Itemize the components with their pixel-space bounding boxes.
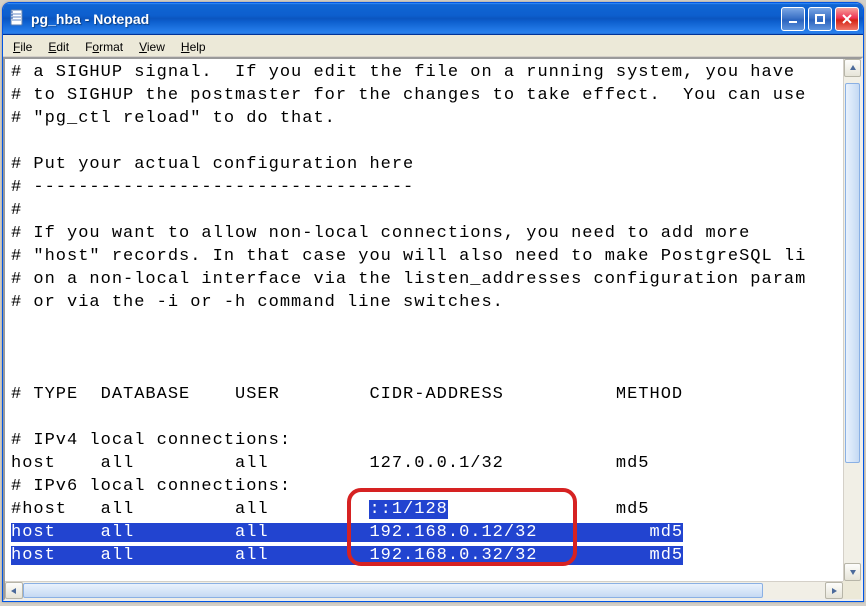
horizontal-scrollbar[interactable]: [5, 581, 843, 599]
text-editor[interactable]: # a SIGHUP signal. If you edit the file …: [5, 59, 861, 599]
text-line: # a SIGHUP signal. If you edit the file …: [11, 63, 795, 82]
text-line: # "pg_ctl reload" to do that.: [11, 109, 336, 128]
scroll-right-button[interactable]: [825, 582, 843, 599]
text-line: # ----------------------------------: [11, 178, 414, 197]
scroll-down-button[interactable]: [844, 563, 861, 581]
menu-format[interactable]: Format: [77, 37, 131, 56]
notepad-icon: [9, 9, 25, 29]
selected-text: host all all 192.168.0.32/32 md5: [11, 546, 683, 565]
minimize-button[interactable]: [781, 7, 805, 31]
text-line: #host all all: [11, 500, 369, 519]
text-line: # IPv6 local connections:: [11, 477, 291, 496]
text-line: # on a non-local interface via the liste…: [11, 270, 806, 289]
scroll-track[interactable]: [23, 582, 825, 599]
caption-buttons: [781, 7, 859, 31]
text-line: # Put your actual configuration here: [11, 155, 414, 174]
maximize-button[interactable]: [808, 7, 832, 31]
menu-edit[interactable]: Edit: [40, 37, 77, 56]
menu-view[interactable]: View: [131, 37, 173, 56]
scroll-left-button[interactable]: [5, 582, 23, 599]
scroll-track[interactable]: [844, 77, 861, 563]
vertical-scrollbar[interactable]: [843, 59, 861, 581]
text-line: # "host" records. In that case you will …: [11, 247, 806, 266]
scrollbar-corner: [843, 581, 861, 599]
menu-help[interactable]: Help: [173, 37, 214, 56]
text-line: # IPv4 local connections:: [11, 431, 291, 450]
scroll-thumb[interactable]: [23, 583, 763, 598]
text-line: # or via the -i or -h command line switc…: [11, 293, 504, 312]
client-area: # a SIGHUP signal. If you edit the file …: [3, 57, 863, 601]
text-line: md5: [448, 500, 650, 519]
text-line: # TYPE DATABASE USER CIDR-ADDRESS METHOD: [11, 385, 683, 404]
text-line: # to SIGHUP the postmaster for the chang…: [11, 86, 806, 105]
titlebar[interactable]: pg_hba - Notepad: [3, 3, 863, 35]
menubar: File Edit Format View Help: [3, 35, 863, 57]
menu-file[interactable]: File: [5, 37, 40, 56]
close-button[interactable]: [835, 7, 859, 31]
selected-text: ::1/128: [369, 500, 447, 519]
selected-text: host all all 192.168.0.12/32 md5: [11, 523, 683, 542]
text-line: host all all 127.0.0.1/32 md5: [11, 454, 650, 473]
text-line: # If you want to allow non-local connect…: [11, 224, 750, 243]
scroll-up-button[interactable]: [844, 59, 861, 77]
app-window: pg_hba - Notepad File Edit Format View H…: [2, 2, 864, 602]
text-line: #: [11, 201, 22, 220]
window-title: pg_hba - Notepad: [31, 11, 781, 27]
scroll-thumb[interactable]: [845, 83, 860, 463]
